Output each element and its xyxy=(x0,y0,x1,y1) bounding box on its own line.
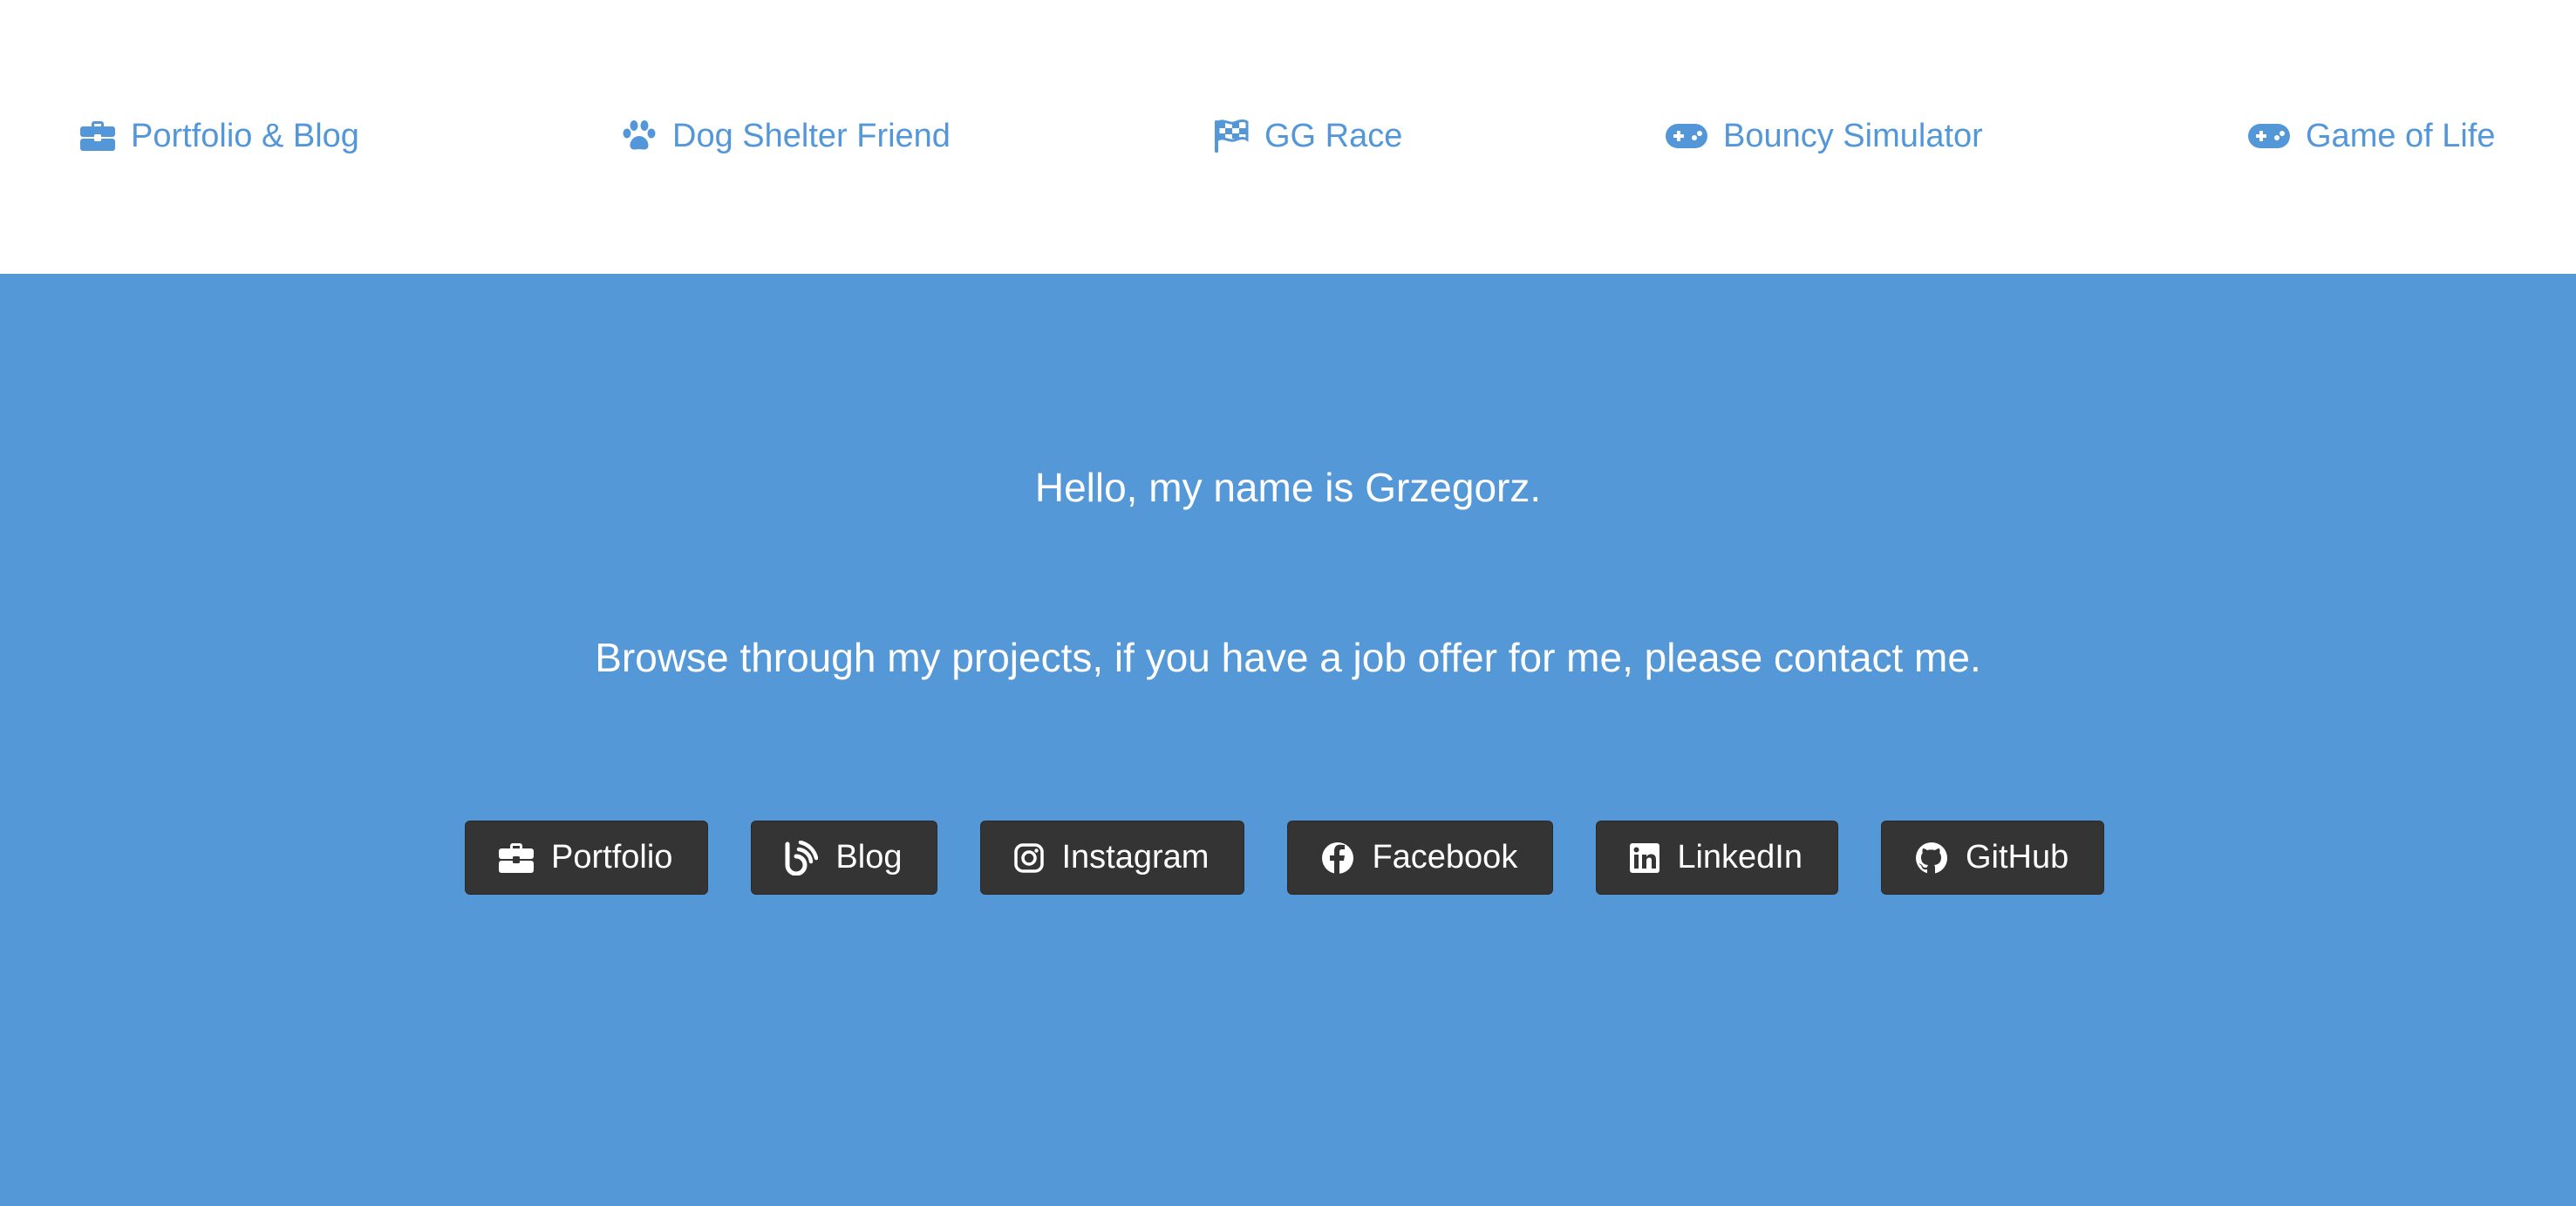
instagram-button[interactable]: Instagram xyxy=(980,821,1245,895)
github-icon xyxy=(1915,841,1948,875)
nav-link-label: Dog Shelter Friend xyxy=(672,117,951,154)
checkered-flag-icon xyxy=(1214,119,1249,153)
briefcase-icon xyxy=(499,842,534,873)
nav-link-label: GG Race xyxy=(1264,117,1403,154)
gamepad-icon xyxy=(1666,124,1707,148)
social-links: Portfolio Blog Instagram Facebook Linked… xyxy=(465,821,2105,895)
nav-link-label: Portfolio & Blog xyxy=(131,117,359,154)
hero-message: Browse through my projects, if you have … xyxy=(595,635,1981,680)
gamepad-icon xyxy=(2248,124,2290,148)
instagram-icon xyxy=(1014,842,1045,873)
paw-icon xyxy=(622,120,657,152)
portfolio-button[interactable]: Portfolio xyxy=(465,821,709,895)
linkedin-button-label: LinkedIn xyxy=(1677,839,1803,876)
facebook-icon xyxy=(1321,841,1354,875)
nav-link-gg-race[interactable]: GG Race xyxy=(1214,113,1402,159)
blog-button[interactable]: Blog xyxy=(751,821,938,895)
github-button-label: GitHub xyxy=(1966,839,2069,876)
blog-button-label: Blog xyxy=(835,839,903,876)
nav-link-game-of-life[interactable]: Game of Life xyxy=(2248,113,2496,159)
nav-link-portfolio-blog[interactable]: Portfolio & Blog xyxy=(80,113,359,159)
blog-icon xyxy=(785,840,819,876)
facebook-button-label: Facebook xyxy=(1372,839,1518,876)
instagram-button-label: Instagram xyxy=(1061,839,1210,876)
github-button[interactable]: GitHub xyxy=(1881,821,2105,895)
hero-greeting: Hello, my name is Grzegorz. xyxy=(1034,465,1542,510)
linkedin-icon xyxy=(1630,842,1660,873)
nav-link-dog-shelter-friend[interactable]: Dog Shelter Friend xyxy=(622,113,951,159)
nav-link-bouncy-simulator[interactable]: Bouncy Simulator xyxy=(1666,113,1983,159)
briefcase-icon xyxy=(80,121,115,151)
top-navigation: Portfolio & Blog Dog Shelter Friend GG R… xyxy=(0,0,2576,274)
linkedin-button[interactable]: LinkedIn xyxy=(1596,821,1838,895)
nav-link-label: Bouncy Simulator xyxy=(1723,117,1983,154)
hero-section: Hello, my name is Grzegorz. Browse throu… xyxy=(0,274,2576,1206)
facebook-button[interactable]: Facebook xyxy=(1287,821,1554,895)
nav-link-label: Game of Life xyxy=(2306,117,2496,154)
portfolio-button-label: Portfolio xyxy=(551,839,673,876)
